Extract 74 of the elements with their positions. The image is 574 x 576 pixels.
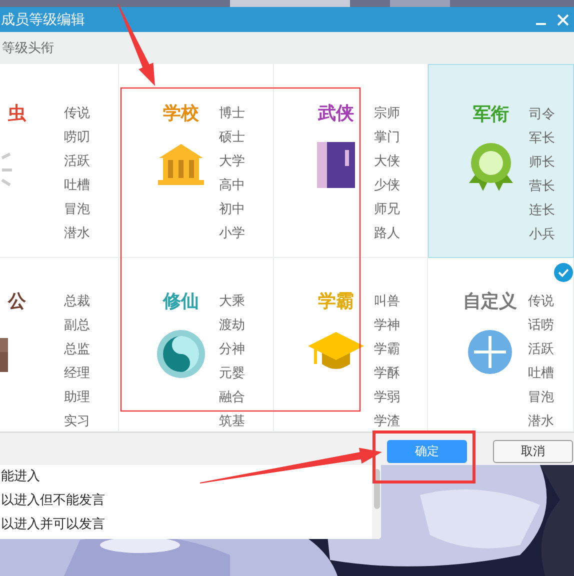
level-name: 司令 <box>529 106 555 124</box>
graduation-cap-icon <box>307 330 365 372</box>
category-title: 军衔 <box>473 103 509 127</box>
level-name: 掌门 <box>374 129 400 147</box>
bank-icon <box>158 142 204 186</box>
level-name: 大学 <box>219 153 245 171</box>
level-name: 冒泡 <box>528 389 554 407</box>
level-name: 学渣 <box>374 413 400 431</box>
level-name: 活跃 <box>528 341 554 359</box>
category-title: 修仙 <box>163 290 199 314</box>
level-name: 大侠 <box>374 153 400 171</box>
category-title: 学霸 <box>318 290 354 314</box>
title-style-card[interactable]: 武侠 宗师 掌门 大侠 少侠 师兄 路人 <box>274 64 428 258</box>
level-name: 路人 <box>374 225 400 243</box>
level-name: 总监 <box>64 341 90 359</box>
level-name: 筑基 <box>219 413 245 431</box>
level-name: 师长 <box>529 154 555 172</box>
level-name: 宗师 <box>374 105 400 123</box>
level-name: 助理 <box>64 389 90 407</box>
window-title: 成员等级编辑 <box>1 10 86 28</box>
dropdown-option[interactable]: 以进入并可以发言 <box>1 513 372 537</box>
level-name: 话唠 <box>528 317 554 335</box>
level-name: 潜水 <box>64 225 90 243</box>
section-heading: 等级头衔 <box>2 40 54 57</box>
level-name: 高中 <box>219 177 245 195</box>
book-icon <box>317 142 355 188</box>
level-name: 硕士 <box>219 129 245 147</box>
level-name: 融合 <box>219 389 245 407</box>
level-name: 小兵 <box>529 226 555 244</box>
title-style-card[interactable]: 学霸 叫兽 学神 学霸 学酥 学弱 学渣 <box>274 258 428 432</box>
level-name: 学霸 <box>374 341 400 359</box>
level-name: 初中 <box>219 201 245 219</box>
close-icon[interactable] <box>557 14 569 26</box>
level-name: 吐槽 <box>528 365 554 383</box>
title-style-card[interactable]: 自定义 传说 话唠 活跃 吐槽 冒泡 潜水 <box>428 258 574 432</box>
level-name: 学酥 <box>374 365 400 383</box>
level-name: 实习 <box>64 413 90 431</box>
level-name: 传说 <box>528 293 554 311</box>
title-style-card[interactable]: 修仙 大乘 渡劫 分神 元婴 融合 筑基 <box>119 258 274 432</box>
level-name: 博士 <box>219 105 245 123</box>
level-name: 冒泡 <box>64 201 90 219</box>
level-name: 军长 <box>529 130 555 148</box>
level-name: 学神 <box>374 317 400 335</box>
level-name: 活跃 <box>64 153 90 171</box>
title-style-card[interactable]: 虫 传说 唠叨 活跃 吐槽 冒泡 潜水 <box>0 64 119 258</box>
dropdown-option[interactable]: 以进入但不能发言 <box>1 489 372 513</box>
level-name: 副总 <box>64 317 90 335</box>
yin-yang-icon <box>157 330 205 378</box>
level-name: 潜水 <box>528 413 554 431</box>
level-name: 大乘 <box>219 293 245 311</box>
category-title: 虫 <box>7 102 26 126</box>
level-name: 渡劫 <box>219 317 245 335</box>
level-name: 学弱 <box>374 389 400 407</box>
level-name: 元婴 <box>219 365 245 383</box>
category-title: 自定义 <box>463 290 517 314</box>
dropdown-option[interactable]: 能进入 <box>1 465 372 489</box>
level-name: 少侠 <box>374 177 400 195</box>
level-name: 传说 <box>64 105 90 123</box>
add-icon[interactable] <box>468 330 512 374</box>
level-name: 叫兽 <box>374 293 400 311</box>
cancel-button[interactable]: 取消 <box>493 440 573 462</box>
level-name: 吐槽 <box>64 177 90 195</box>
level-name: 连长 <box>529 202 555 220</box>
level-name: 唠叨 <box>64 129 90 147</box>
category-title: 武侠 <box>318 102 354 126</box>
level-name: 总裁 <box>64 293 90 311</box>
level-name: 小学 <box>219 225 245 243</box>
level-name: 营长 <box>529 178 555 196</box>
level-name: 师兄 <box>374 201 400 219</box>
title-style-card[interactable]: 军衔 司令 军长 师长 营长 连长 小兵 <box>428 64 574 258</box>
level-name: 经理 <box>64 365 90 383</box>
category-title: 学校 <box>163 102 199 126</box>
category-title: 公 <box>6 290 26 314</box>
level-name: 分神 <box>219 341 245 359</box>
